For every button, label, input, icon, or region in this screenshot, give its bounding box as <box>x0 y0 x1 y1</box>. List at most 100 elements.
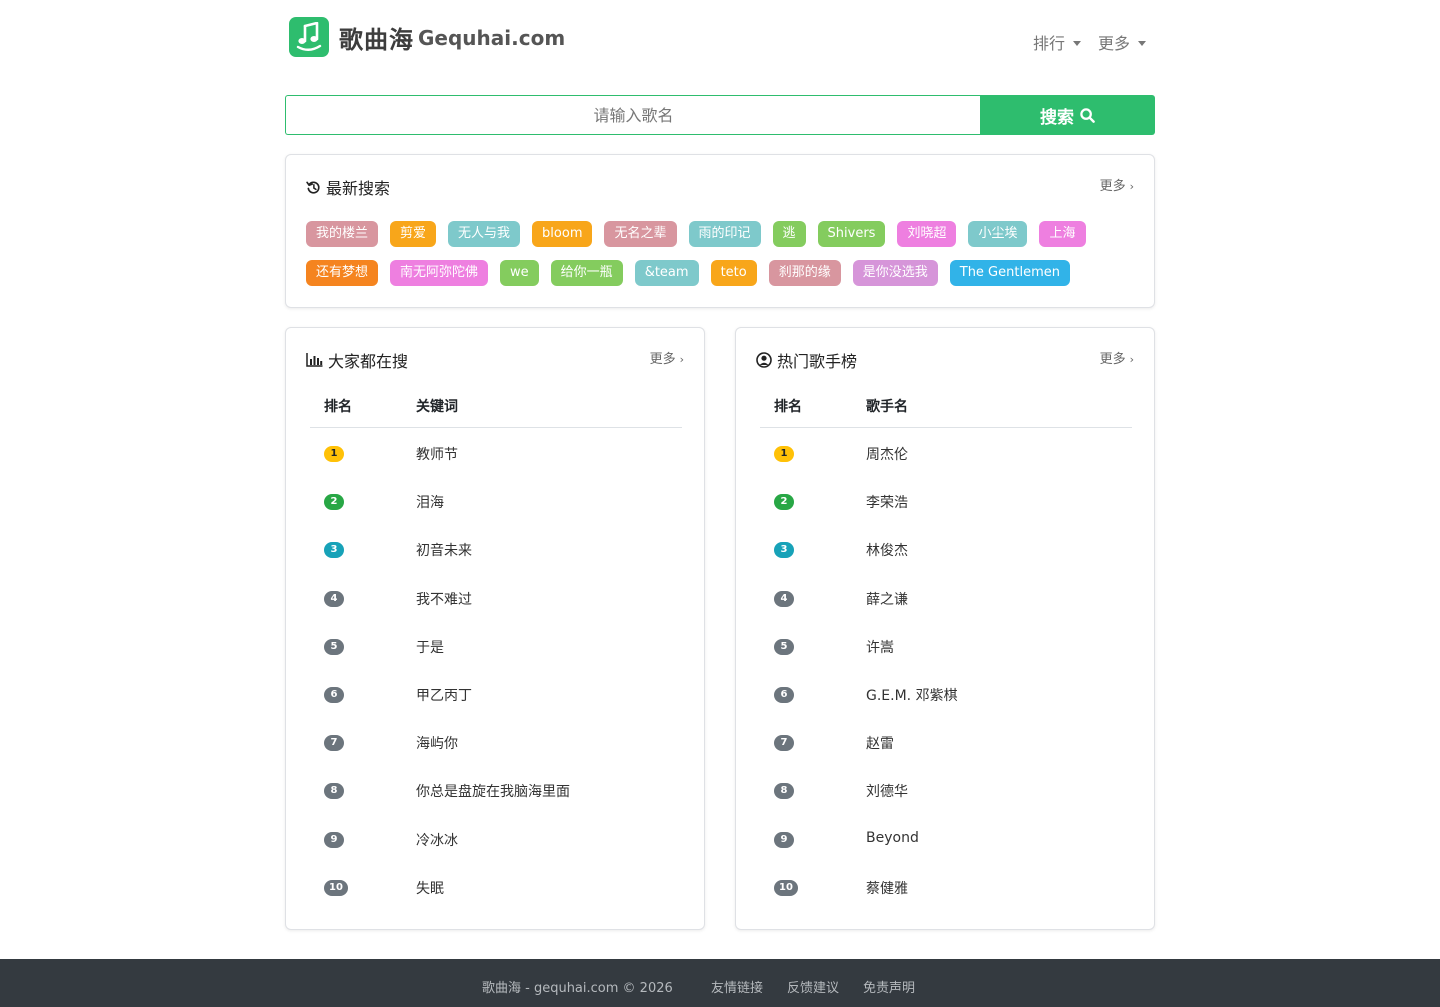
chevron-right-icon: › <box>1129 180 1134 193</box>
search-tag[interactable]: 我的楼兰 <box>306 221 379 247</box>
singer-link[interactable]: 蔡健雅 <box>866 878 908 898</box>
nav-dropdown-ranking[interactable]: 排行 <box>1033 30 1082 54</box>
search-tag[interactable]: bloom <box>532 221 593 247</box>
search-tag[interactable]: 无人与我 <box>448 221 521 247</box>
singer-link[interactable]: 薛之谦 <box>866 589 908 609</box>
search-icon <box>1080 107 1095 123</box>
table-row[interactable]: 4 我不难过 <box>310 573 682 621</box>
recent-searches-title: 最新搜索 <box>306 175 390 199</box>
table-row[interactable]: 9 冷冰冰 <box>310 814 682 862</box>
search-tag[interactable]: 无名之辈 <box>604 221 677 247</box>
search-tag[interactable]: 刹那的缘 <box>768 260 841 286</box>
footer-link-feedback[interactable]: 反馈建议 <box>787 977 839 996</box>
search-tag[interactable]: The Gentlemen <box>949 260 1070 286</box>
rank-badge: 6 <box>324 686 344 703</box>
nav-label: 排行 <box>1033 34 1066 53</box>
rank-badge: 8 <box>324 783 344 800</box>
keyword-link[interactable]: 海屿你 <box>416 733 458 753</box>
keyword-link[interactable]: 于是 <box>416 637 444 657</box>
search-button[interactable]: 搜索 <box>980 95 1155 135</box>
table-row[interactable]: 9 Beyond <box>760 814 1132 862</box>
search-tag[interactable]: 上海 <box>1039 221 1086 247</box>
singers-more-link[interactable]: 更多 › <box>1100 348 1134 367</box>
keyword-link[interactable]: 你总是盘旋在我脑海里面 <box>416 781 570 801</box>
singer-link[interactable]: G.E.M. 邓紫棋 <box>866 685 958 705</box>
search-tag[interactable]: 南无阿弥陀佛 <box>390 260 489 286</box>
popular-searches-title: 大家都在搜 <box>306 348 408 372</box>
search-tag[interactable]: Shivers <box>817 221 886 247</box>
rank-badge: 6 <box>774 686 794 703</box>
rank-badge: 7 <box>774 735 794 752</box>
singer-link[interactable]: 赵雷 <box>866 733 894 753</box>
more-label: 更多 <box>649 352 676 367</box>
keyword-link[interactable]: 冷冰冰 <box>416 830 458 850</box>
table-row[interactable]: 7 赵雷 <box>760 717 1132 765</box>
table-row[interactable]: 8 你总是盘旋在我脑海里面 <box>310 765 682 813</box>
table-row[interactable]: 3 初音未来 <box>310 524 682 572</box>
brand-name-cn[interactable]: 歌曲海 <box>339 20 414 55</box>
table-row[interactable]: 3 林俊杰 <box>760 524 1132 572</box>
search-tag[interactable]: teto <box>710 260 757 286</box>
brand-name-en[interactable]: Gequhai.com <box>418 26 565 50</box>
search-tag[interactable]: 是你没选我 <box>852 260 938 286</box>
nav-dropdown-more[interactable]: 更多 <box>1098 30 1147 54</box>
music-note-logo-icon[interactable] <box>289 17 329 57</box>
caret-down-icon <box>1073 41 1082 46</box>
search-tag[interactable]: 逃 <box>772 221 806 247</box>
search-tag[interactable]: 剪爱 <box>390 221 437 247</box>
col-rank-header: 排名 <box>324 399 352 415</box>
bar-chart-icon <box>306 353 323 367</box>
chevron-right-icon: › <box>1129 353 1134 366</box>
singer-link[interactable]: Beyond <box>866 830 919 846</box>
keyword-link[interactable]: 教师节 <box>416 444 458 464</box>
singer-link[interactable]: 刘德华 <box>866 781 908 801</box>
more-label: 更多 <box>1099 179 1126 194</box>
popular-searches-card: 大家都在搜 更多 › 排名 关键词 1 教师节 2 泪海 3 初音未来 4 我不难过 5 于是 6 甲乙… <box>285 327 705 930</box>
table-row[interactable]: 6 甲乙丙丁 <box>310 669 682 717</box>
table-row[interactable]: 4 薛之谦 <box>760 573 1132 621</box>
rank-badge: 4 <box>324 590 344 607</box>
user-circle-icon <box>756 352 772 368</box>
singer-link[interactable]: 许嵩 <box>866 637 894 657</box>
search-tag[interactable]: we <box>500 260 539 286</box>
singer-link[interactable]: 周杰伦 <box>866 444 908 464</box>
singer-link[interactable]: 林俊杰 <box>866 540 908 560</box>
table-row[interactable]: 6 G.E.M. 邓紫棋 <box>760 669 1132 717</box>
keyword-link[interactable]: 初音未来 <box>416 540 472 560</box>
table-row[interactable]: 2 李荣浩 <box>760 476 1132 524</box>
search-tag[interactable]: 还有梦想 <box>306 260 379 286</box>
caret-down-icon <box>1138 41 1147 46</box>
search-tag[interactable]: 刘晓超 <box>897 221 957 247</box>
keyword-link[interactable]: 甲乙丙丁 <box>416 685 472 705</box>
singer-rows: 1 周杰伦 2 李荣浩 3 林俊杰 4 薛之谦 5 许嵩 6 G.E.M. 邓紫棋 7 赵雷 8 刘德华 9 Be… <box>760 428 1132 910</box>
nav-label: 更多 <box>1098 34 1131 53</box>
table-row[interactable]: 2 泪海 <box>310 476 682 524</box>
table-row[interactable]: 7 海屿你 <box>310 717 682 765</box>
search-tag[interactable]: 给你一瓶 <box>550 260 623 286</box>
keyword-link[interactable]: 泪海 <box>416 492 444 512</box>
search-tag[interactable]: &team <box>634 260 699 286</box>
footer-link-disclaimer[interactable]: 免责声明 <box>863 977 915 996</box>
search-tag[interactable]: 雨的印记 <box>688 221 761 247</box>
recent-more-link[interactable]: 更多 › <box>1100 175 1134 194</box>
table-row[interactable]: 10 蔡健雅 <box>760 862 1132 910</box>
table-header: 排名 关键词 <box>310 380 682 428</box>
search-input[interactable] <box>285 95 981 135</box>
table-row[interactable]: 1 教师节 <box>310 428 682 476</box>
table-row[interactable]: 10 失眠 <box>310 862 682 910</box>
table-row[interactable]: 8 刘德华 <box>760 765 1132 813</box>
keyword-link[interactable]: 失眠 <box>416 878 444 898</box>
table-row[interactable]: 1 周杰伦 <box>760 428 1132 476</box>
keyword-link[interactable]: 我不难过 <box>416 589 472 609</box>
rank-badge: 8 <box>774 783 794 800</box>
popular-more-link[interactable]: 更多 › <box>650 348 684 367</box>
site-footer: 歌曲海 - gequhai.com © 2026 友情链接 反馈建议 免责声明 <box>0 959 1440 1007</box>
table-row[interactable]: 5 于是 <box>310 621 682 669</box>
search-bar: 搜索 <box>285 95 1155 135</box>
footer-link-friends[interactable]: 友情链接 <box>711 977 763 996</box>
rank-badge: 2 <box>324 494 344 511</box>
table-row[interactable]: 5 许嵩 <box>760 621 1132 669</box>
popular-table: 排名 关键词 1 教师节 2 泪海 3 初音未来 4 我不难过 5 于是 6 甲乙丙丁 7 海屿你 8 你总是… <box>310 380 682 910</box>
singer-link[interactable]: 李荣浩 <box>866 492 908 512</box>
search-tag[interactable]: 小尘埃 <box>968 221 1028 247</box>
